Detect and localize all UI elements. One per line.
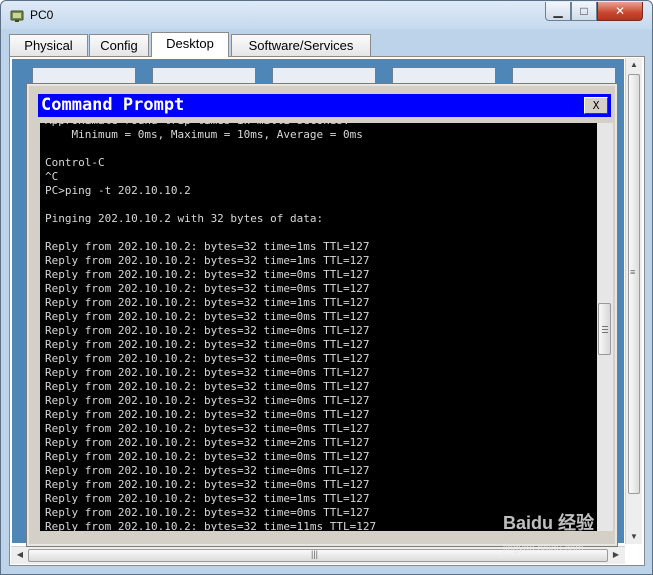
- watermark-url: jingyan.baidu.com: [503, 543, 584, 554]
- terminal-line: Reply from 202.10.10.2: bytes=32 time=0m…: [45, 352, 370, 365]
- tab-config[interactable]: Config: [89, 34, 149, 56]
- terminal-lines: Approximate round trip times in milli-se…: [45, 123, 376, 531]
- terminal-line: Reply from 202.10.10.2: bytes=32 time=1m…: [45, 492, 370, 505]
- terminal-line: Reply from 202.10.10.2: bytes=32 time=0m…: [45, 506, 370, 519]
- terminal-line: Reply from 202.10.10.2: bytes=32 time=11…: [45, 520, 377, 531]
- terminal-line: ^C: [45, 170, 59, 183]
- terminal-line: Reply from 202.10.10.2: bytes=32 time=1m…: [45, 296, 370, 309]
- tab-bar: Physical Config Desktop Software/Service…: [9, 32, 645, 57]
- terminal-line: Reply from 202.10.10.2: bytes=32 time=0m…: [45, 366, 370, 379]
- terminal-line: Pinging 202.10.10.2 with 32 bytes of dat…: [45, 212, 324, 225]
- terminal-line: Minimum = 0ms, Maximum = 10ms, Average =…: [45, 128, 363, 141]
- terminal-scroll-thumb[interactable]: [598, 303, 611, 355]
- terminal-line: Reply from 202.10.10.2: bytes=32 time=0m…: [45, 268, 370, 281]
- terminal-line: PC>ping -t 202.10.10.2: [45, 184, 191, 197]
- minimize-button[interactable]: ▁: [545, 2, 571, 21]
- command-prompt-close-button[interactable]: X: [584, 97, 608, 114]
- command-prompt-titlebar[interactable]: Command Prompt X: [38, 94, 611, 117]
- terminal-scrollbar[interactable]: [597, 123, 613, 531]
- tab-physical[interactable]: Physical: [9, 34, 88, 56]
- terminal-line: Reply from 202.10.10.2: bytes=32 time=1m…: [45, 254, 370, 267]
- command-prompt-window: Command Prompt X Approximate round trip …: [26, 83, 618, 547]
- terminal-line: Reply from 202.10.10.2: bytes=32 time=2m…: [45, 436, 370, 449]
- scroll-up-arrow-icon[interactable]: ▲: [627, 60, 641, 69]
- baidu-watermark: Baidu 经验 jingyan.baidu.com: [503, 509, 643, 569]
- window-title: PC0: [30, 8, 54, 22]
- terminal-line: Control-C: [45, 156, 105, 169]
- terminal-line: Reply from 202.10.10.2: bytes=32 time=0m…: [45, 450, 370, 463]
- terminal-line: Reply from 202.10.10.2: bytes=32 time=0m…: [45, 394, 370, 407]
- tab-desktop[interactable]: Desktop: [151, 32, 229, 57]
- terminal-line: Reply from 202.10.10.2: bytes=32 time=0m…: [45, 464, 370, 477]
- packet-tracer-app-icon: [10, 10, 24, 22]
- scroll-grip-icon: [602, 326, 608, 333]
- scroll-grip-icon: |||: [311, 549, 319, 559]
- desktop-vertical-scrollbar[interactable]: ▲ ≡ ▼: [625, 58, 642, 544]
- desktop-vertical-scroll-thumb[interactable]: ≡: [628, 74, 640, 494]
- terminal-line: Reply from 202.10.10.2: bytes=32 time=0m…: [45, 422, 370, 435]
- maximize-button[interactable]: □: [571, 2, 597, 21]
- scroll-grip-icon: ≡: [630, 267, 636, 277]
- app-window: PC0 ▁ □ ✕ Physical Config Desktop Softwa…: [0, 0, 653, 575]
- terminal-line: Reply from 202.10.10.2: bytes=32 time=0m…: [45, 478, 370, 491]
- terminal-line: Reply from 202.10.10.2: bytes=32 time=0m…: [45, 310, 370, 323]
- terminal-line: Reply from 202.10.10.2: bytes=32 time=0m…: [45, 408, 370, 421]
- terminal-output[interactable]: Approximate round trip times in milli-se…: [40, 123, 597, 531]
- terminal-line: Reply from 202.10.10.2: bytes=32 time=0m…: [45, 380, 370, 393]
- terminal-line: Reply from 202.10.10.2: bytes=32 time=0m…: [45, 282, 370, 295]
- scroll-left-arrow-icon[interactable]: ◀: [13, 550, 27, 559]
- tab-software-services[interactable]: Software/Services: [231, 34, 371, 56]
- watermark-brand: Baidu 经验: [503, 513, 595, 533]
- terminal-line: Reply from 202.10.10.2: bytes=32 time=0m…: [45, 324, 370, 337]
- window-titlebar[interactable]: PC0 ▁ □ ✕: [1, 1, 652, 29]
- close-button[interactable]: ✕: [597, 2, 643, 21]
- terminal-line: Reply from 202.10.10.2: bytes=32 time=0m…: [45, 338, 370, 351]
- command-prompt-title: Command Prompt: [41, 95, 185, 115]
- terminal-line: Reply from 202.10.10.2: bytes=32 time=1m…: [45, 240, 370, 253]
